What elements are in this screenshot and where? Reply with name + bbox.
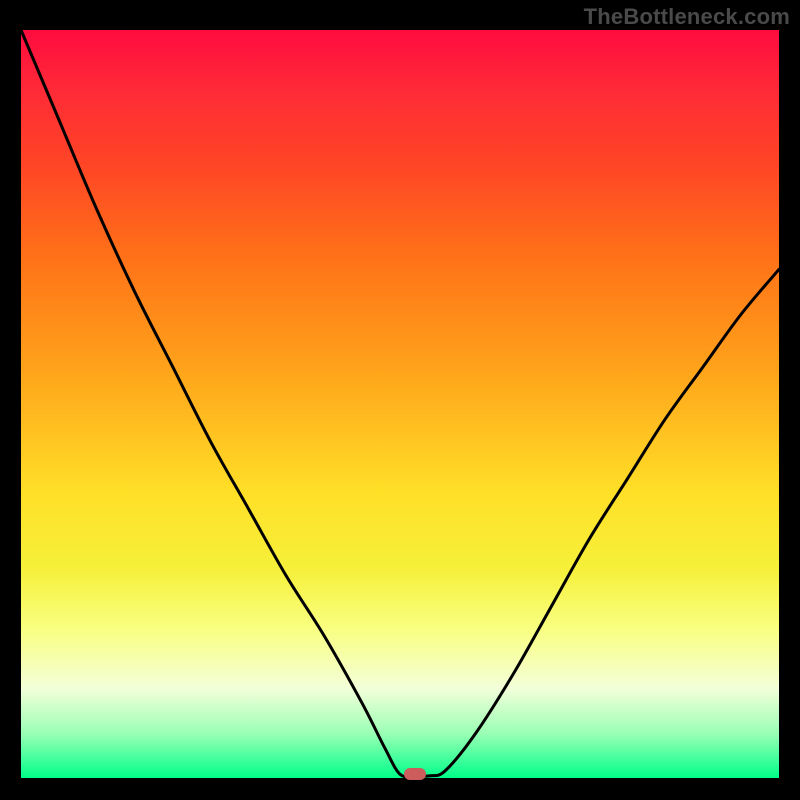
- plot-area: [21, 30, 779, 778]
- optimum-marker: [404, 768, 426, 780]
- chart-frame: TheBottleneck.com: [0, 0, 800, 800]
- watermark-text: TheBottleneck.com: [584, 4, 790, 30]
- bottleneck-curve: [21, 30, 779, 778]
